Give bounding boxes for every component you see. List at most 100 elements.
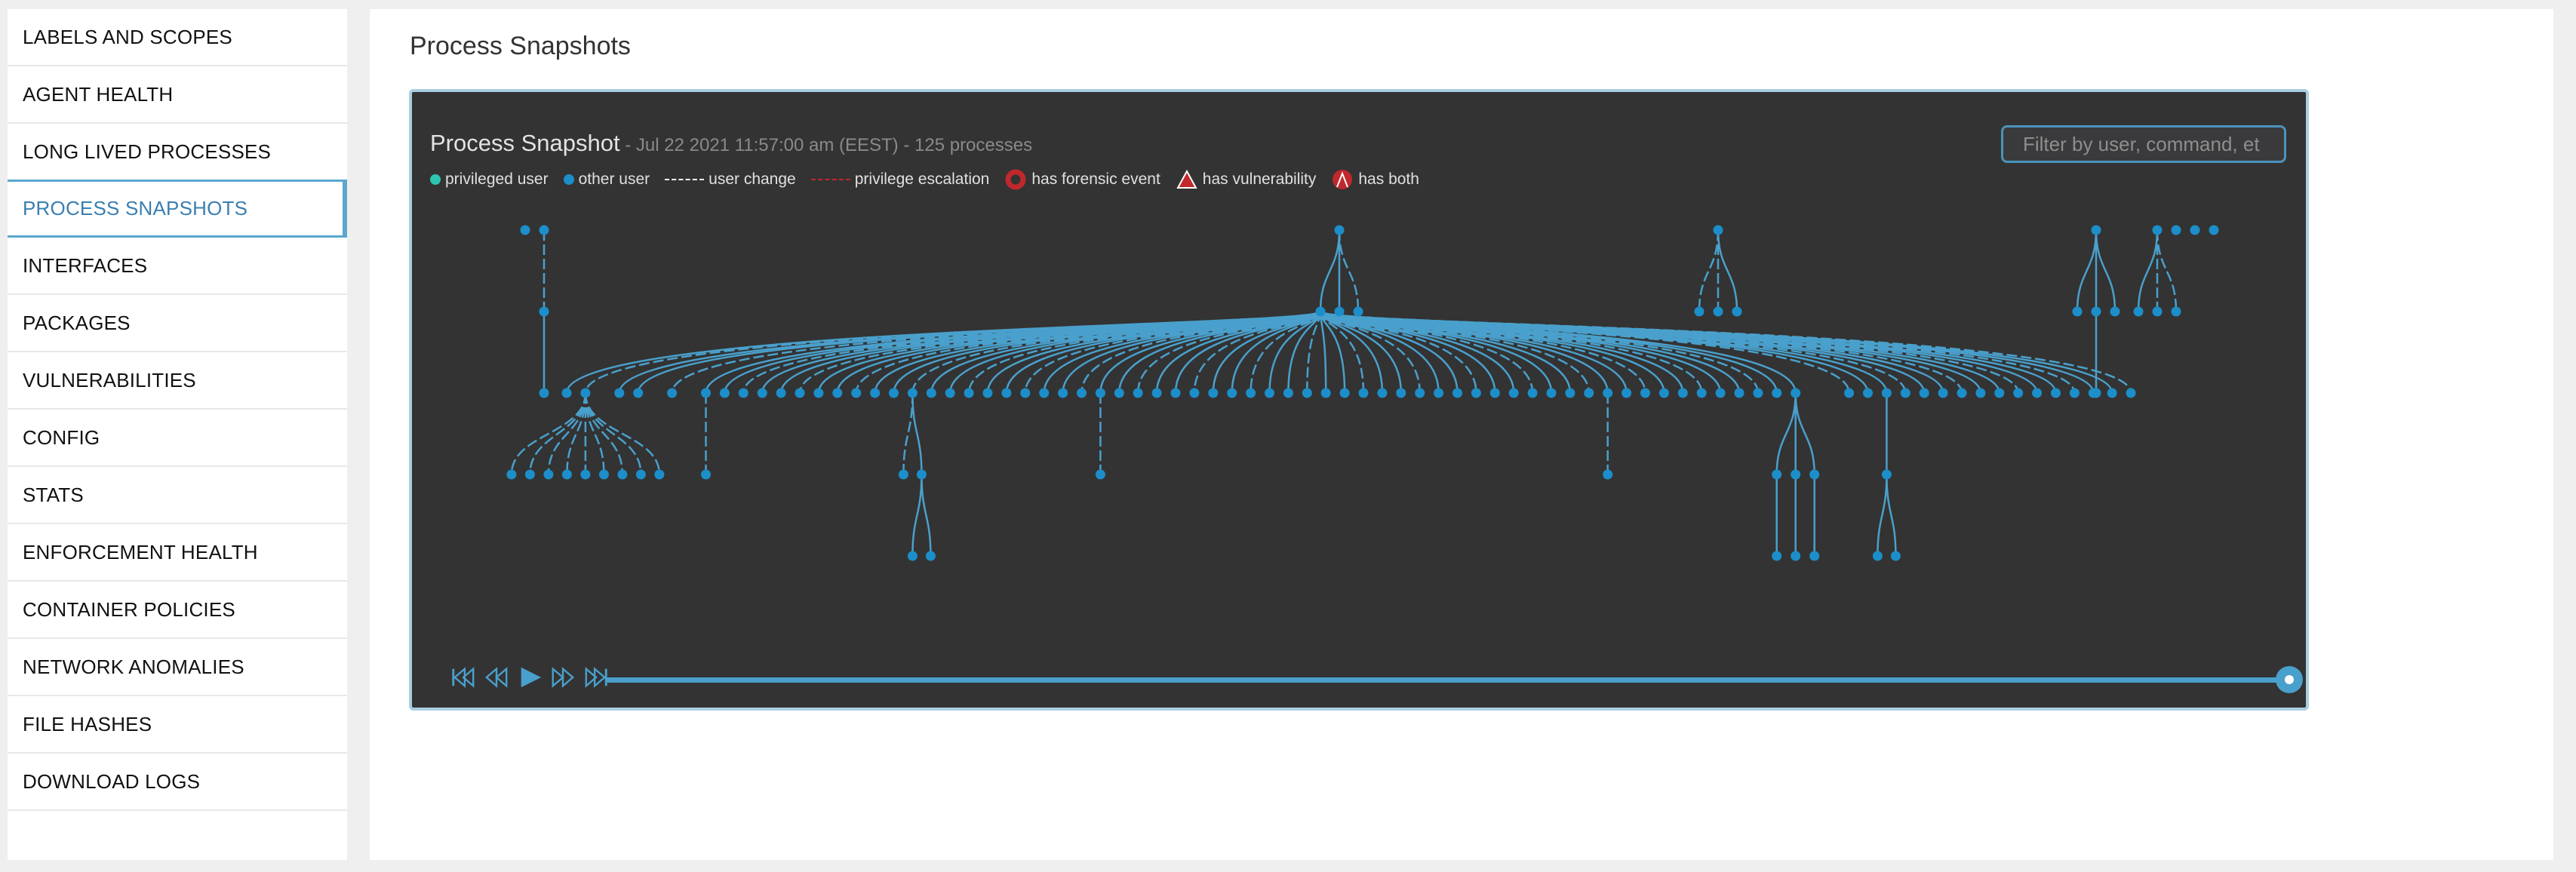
process-node[interactable] bbox=[543, 469, 554, 480]
process-node[interactable] bbox=[851, 388, 862, 398]
process-node[interactable] bbox=[561, 388, 572, 398]
sidebar-item-container-policies[interactable]: CONTAINER POLICIES bbox=[8, 582, 347, 639]
process-node[interactable] bbox=[2107, 388, 2117, 398]
timeline-thumb[interactable] bbox=[2276, 666, 2303, 693]
sidebar-item-vulnerabilities[interactable]: VULNERABILITIES bbox=[8, 352, 347, 410]
sidebar-item-agent-health[interactable]: AGENT HEALTH bbox=[8, 66, 347, 124]
process-node[interactable] bbox=[1339, 388, 1350, 398]
process-node[interactable] bbox=[719, 388, 730, 398]
process-node[interactable] bbox=[1791, 388, 1801, 398]
step-forward-button[interactable] bbox=[549, 664, 576, 691]
process-node[interactable] bbox=[1353, 306, 1363, 317]
process-node[interactable] bbox=[1546, 388, 1557, 398]
process-node[interactable] bbox=[1622, 388, 1632, 398]
process-node[interactable] bbox=[580, 469, 591, 480]
process-node[interactable] bbox=[524, 469, 535, 480]
process-node[interactable] bbox=[1900, 388, 1910, 398]
process-node[interactable] bbox=[1584, 388, 1594, 398]
process-node[interactable] bbox=[1872, 551, 1883, 561]
process-node[interactable] bbox=[1320, 388, 1331, 398]
process-node[interactable] bbox=[1489, 388, 1500, 398]
process-node[interactable] bbox=[1095, 469, 1105, 480]
process-node[interactable] bbox=[1415, 388, 1425, 398]
process-node[interactable] bbox=[2069, 388, 2080, 398]
process-node[interactable] bbox=[1881, 469, 1892, 480]
process-node-root[interactable] bbox=[2152, 225, 2163, 235]
process-node[interactable] bbox=[598, 469, 609, 480]
process-node[interactable] bbox=[926, 388, 936, 398]
process-node[interactable] bbox=[925, 551, 936, 561]
process-node[interactable] bbox=[776, 388, 786, 398]
process-node[interactable] bbox=[945, 388, 955, 398]
process-node-root[interactable] bbox=[1713, 225, 1723, 235]
process-node[interactable] bbox=[1658, 388, 1669, 398]
process-node[interactable] bbox=[1938, 388, 1948, 398]
process-node-root[interactable] bbox=[2091, 225, 2101, 235]
sidebar-item-network-anomalies[interactable]: NETWORK ANOMALIES bbox=[8, 639, 347, 696]
process-node[interactable] bbox=[738, 388, 749, 398]
timeline-track[interactable] bbox=[605, 677, 2289, 683]
process-node[interactable] bbox=[561, 469, 572, 480]
process-node[interactable] bbox=[907, 551, 918, 561]
process-node[interactable] bbox=[1809, 469, 1820, 480]
process-node[interactable] bbox=[1696, 388, 1707, 398]
process-node[interactable] bbox=[1603, 469, 1613, 480]
process-node[interactable] bbox=[1844, 388, 1855, 398]
process-node[interactable] bbox=[2088, 388, 2098, 398]
process-node[interactable] bbox=[832, 388, 843, 398]
process-node[interactable] bbox=[1302, 388, 1312, 398]
process-node[interactable] bbox=[2032, 388, 2043, 398]
sidebar-item-long-lived-processes[interactable]: LONG LIVED PROCESSES bbox=[8, 124, 347, 181]
process-node[interactable] bbox=[1975, 388, 1986, 398]
process-node[interactable] bbox=[1358, 388, 1369, 398]
process-node[interactable] bbox=[1715, 388, 1726, 398]
process-node-root[interactable] bbox=[1334, 225, 1345, 235]
process-node[interactable] bbox=[889, 388, 899, 398]
process-node[interactable] bbox=[1919, 388, 1929, 398]
process-node[interactable] bbox=[1732, 306, 1742, 317]
process-node[interactable] bbox=[1734, 388, 1744, 398]
process-node[interactable] bbox=[580, 388, 591, 398]
process-node[interactable] bbox=[1471, 388, 1481, 398]
process-node[interactable] bbox=[506, 469, 517, 480]
process-node[interactable] bbox=[916, 469, 927, 480]
process-node[interactable] bbox=[654, 469, 665, 480]
process-node[interactable] bbox=[1881, 388, 1892, 398]
process-node[interactable] bbox=[1603, 388, 1613, 398]
process-node-root[interactable] bbox=[539, 225, 549, 235]
timeline-slider[interactable] bbox=[605, 666, 2303, 693]
process-node[interactable] bbox=[1058, 388, 1068, 398]
process-node[interactable] bbox=[1809, 551, 1820, 561]
process-node[interactable] bbox=[1791, 469, 1801, 480]
process-node[interactable] bbox=[1095, 388, 1105, 398]
process-node[interactable] bbox=[1283, 388, 1293, 398]
process-node[interactable] bbox=[1508, 388, 1519, 398]
sidebar-item-labels-and-scopes[interactable]: LABELS AND SCOPES bbox=[8, 9, 347, 66]
process-node[interactable] bbox=[1189, 388, 1200, 398]
process-node[interactable] bbox=[2171, 306, 2181, 317]
process-node[interactable] bbox=[1565, 388, 1575, 398]
process-node[interactable] bbox=[964, 388, 974, 398]
sidebar-item-stats[interactable]: STATS bbox=[8, 467, 347, 524]
process-node[interactable] bbox=[2126, 388, 2136, 398]
process-node[interactable] bbox=[701, 469, 711, 480]
process-node[interactable] bbox=[2013, 388, 2024, 398]
process-node[interactable] bbox=[1957, 388, 1967, 398]
process-node[interactable] bbox=[1890, 551, 1901, 561]
process-node[interactable] bbox=[1315, 306, 1326, 317]
process-node[interactable] bbox=[1151, 388, 1162, 398]
process-node-root[interactable] bbox=[520, 225, 530, 235]
process-node[interactable] bbox=[1434, 388, 1444, 398]
sidebar-item-interfaces[interactable]: INTERFACES bbox=[8, 238, 347, 295]
process-node[interactable] bbox=[1863, 388, 1873, 398]
process-node[interactable] bbox=[617, 469, 628, 480]
process-node[interactable] bbox=[1396, 388, 1406, 398]
process-node[interactable] bbox=[1133, 388, 1143, 398]
process-node[interactable] bbox=[1452, 388, 1462, 398]
process-node[interactable] bbox=[2110, 306, 2120, 317]
sidebar-item-download-logs[interactable]: DOWNLOAD LOGS bbox=[8, 754, 347, 811]
sidebar-item-file-hashes[interactable]: FILE HASHES bbox=[8, 696, 347, 754]
process-node[interactable] bbox=[1677, 388, 1688, 398]
process-node[interactable] bbox=[614, 388, 625, 398]
process-node[interactable] bbox=[1753, 388, 1763, 398]
